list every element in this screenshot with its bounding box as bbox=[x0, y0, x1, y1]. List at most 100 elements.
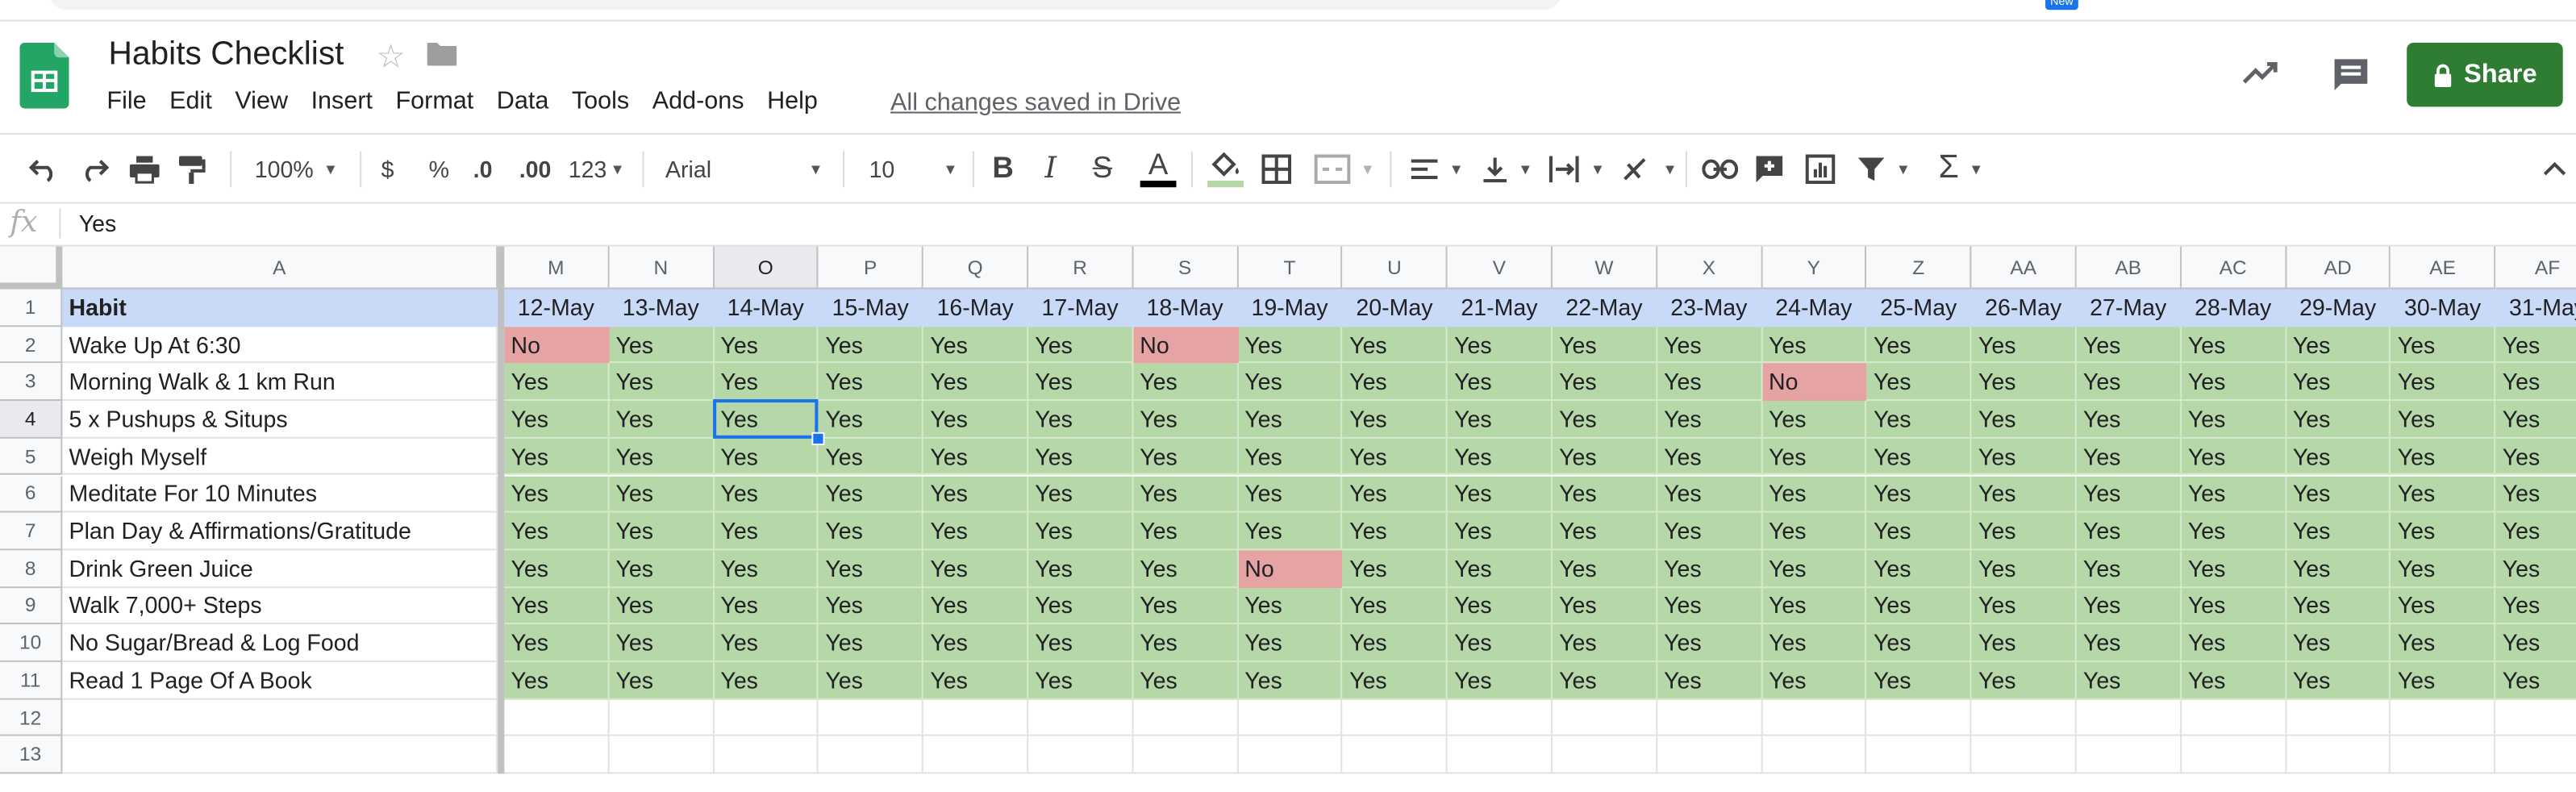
column-header[interactable]: P bbox=[819, 246, 924, 290]
habit-value-cell[interactable]: Yes bbox=[2181, 661, 2286, 700]
habit-value-cell[interactable]: Yes bbox=[714, 587, 819, 625]
column-header-a[interactable]: A bbox=[62, 246, 498, 290]
habit-value-cell[interactable]: Yes bbox=[1971, 550, 2077, 588]
column-header[interactable]: AC bbox=[2181, 246, 2286, 290]
habit-value-cell[interactable]: No bbox=[1238, 550, 1344, 588]
menu-insert[interactable]: Insert bbox=[299, 87, 384, 115]
column-header[interactable]: N bbox=[609, 246, 715, 290]
date-header-cell[interactable]: 24-May bbox=[1761, 289, 1867, 327]
empty-cell[interactable] bbox=[609, 699, 715, 737]
habit-value-cell[interactable]: Yes bbox=[1971, 587, 2077, 625]
row-header[interactable]: 9 bbox=[0, 587, 63, 625]
empty-cell[interactable] bbox=[1238, 736, 1344, 774]
paint-format-icon[interactable] bbox=[177, 135, 207, 202]
habit-value-cell[interactable]: Yes bbox=[1866, 550, 1972, 588]
habit-name-cell[interactable]: No Sugar/Bread & Log Food bbox=[62, 624, 498, 662]
habit-value-cell[interactable]: Yes bbox=[2286, 624, 2391, 662]
habit-value-cell[interactable]: Yes bbox=[1761, 661, 1867, 700]
row-header[interactable]: 8 bbox=[0, 550, 63, 588]
row-header[interactable]: 4 bbox=[0, 401, 63, 439]
address-bar[interactable] bbox=[49, 0, 1561, 10]
habit-value-cell[interactable]: Yes bbox=[1343, 587, 1448, 625]
sheets-logo-icon[interactable] bbox=[19, 42, 69, 109]
row-header[interactable]: 13 bbox=[0, 736, 63, 774]
habit-value-cell[interactable]: Yes bbox=[1447, 401, 1553, 439]
date-header-cell[interactable]: 25-May bbox=[1866, 289, 1972, 327]
date-header-cell[interactable]: 26-May bbox=[1971, 289, 2077, 327]
column-header[interactable]: AE bbox=[2391, 246, 2496, 290]
habit-value-cell[interactable]: Yes bbox=[1238, 326, 1344, 364]
habit-value-cell[interactable]: Yes bbox=[504, 363, 610, 402]
date-header-cell[interactable]: 27-May bbox=[2076, 289, 2182, 327]
habit-value-cell[interactable]: Yes bbox=[1761, 624, 1867, 662]
column-header[interactable]: W bbox=[1552, 246, 1657, 290]
star-icon[interactable]: ☆ bbox=[376, 36, 406, 77]
habit-value-cell[interactable]: Yes bbox=[2391, 587, 2496, 625]
habit-value-cell[interactable]: Yes bbox=[2181, 550, 2286, 588]
column-header[interactable]: T bbox=[1238, 246, 1344, 290]
habit-value-cell[interactable]: Yes bbox=[714, 624, 819, 662]
habit-value-cell[interactable]: Yes bbox=[1657, 326, 1762, 364]
habit-value-cell[interactable]: Yes bbox=[609, 661, 715, 700]
habit-value-cell[interactable]: Yes bbox=[1971, 475, 2077, 513]
habit-value-cell[interactable]: Yes bbox=[1866, 401, 1972, 439]
empty-cell[interactable] bbox=[1343, 736, 1448, 774]
habit-value-cell[interactable]: Yes bbox=[1866, 512, 1972, 551]
empty-cell[interactable] bbox=[62, 699, 498, 737]
habit-value-cell[interactable]: Yes bbox=[609, 363, 715, 402]
vertical-align-icon[interactable]: ▼ bbox=[1482, 135, 1532, 202]
empty-cell[interactable] bbox=[1552, 736, 1657, 774]
habit-value-cell[interactable]: Yes bbox=[1761, 587, 1867, 625]
empty-cell[interactable] bbox=[1866, 736, 1972, 774]
habit-name-cell[interactable]: Drink Green Juice bbox=[62, 550, 498, 588]
fill-handle[interactable] bbox=[812, 431, 826, 445]
currency-format-button[interactable]: $ bbox=[381, 135, 394, 202]
habit-value-cell[interactable]: Yes bbox=[1761, 326, 1867, 364]
habit-value-cell[interactable]: Yes bbox=[2495, 326, 2576, 364]
habit-value-cell[interactable]: Yes bbox=[2181, 587, 2286, 625]
habit-value-cell[interactable]: Yes bbox=[819, 438, 924, 476]
habit-value-cell[interactable]: Yes bbox=[1238, 401, 1344, 439]
habit-value-cell[interactable]: Yes bbox=[1866, 624, 1972, 662]
habit-value-cell[interactable]: Yes bbox=[2495, 401, 2576, 439]
habit-value-cell[interactable]: Yes bbox=[1971, 438, 2077, 476]
row-header[interactable]: 11 bbox=[0, 661, 63, 700]
habit-value-cell[interactable]: Yes bbox=[609, 512, 715, 551]
habit-value-cell[interactable]: Yes bbox=[504, 550, 610, 588]
empty-cell[interactable] bbox=[1238, 699, 1344, 737]
menu-tools[interactable]: Tools bbox=[561, 87, 641, 115]
habit-value-cell[interactable]: Yes bbox=[2286, 550, 2391, 588]
habit-value-cell[interactable]: Yes bbox=[1447, 512, 1553, 551]
habit-value-cell[interactable]: Yes bbox=[2076, 326, 2182, 364]
habit-value-cell[interactable]: Yes bbox=[2495, 550, 2576, 588]
column-header[interactable]: M bbox=[504, 246, 610, 290]
habit-value-cell[interactable]: Yes bbox=[1238, 512, 1344, 551]
habit-value-cell[interactable]: Yes bbox=[1447, 550, 1553, 588]
column-header[interactable]: V bbox=[1447, 246, 1553, 290]
habit-value-cell[interactable]: Yes bbox=[1552, 438, 1657, 476]
habit-name-cell[interactable]: Meditate For 10 Minutes bbox=[62, 475, 498, 513]
habit-value-cell[interactable]: Yes bbox=[923, 587, 1029, 625]
empty-cell[interactable] bbox=[2076, 699, 2182, 737]
habit-value-cell[interactable]: Yes bbox=[1238, 587, 1344, 625]
habit-value-cell[interactable]: Yes bbox=[1343, 661, 1448, 700]
habit-value-cell[interactable]: Yes bbox=[923, 326, 1029, 364]
habit-value-cell[interactable]: Yes bbox=[1133, 550, 1239, 588]
habit-value-cell[interactable]: Yes bbox=[923, 624, 1029, 662]
habit-value-cell[interactable]: Yes bbox=[2181, 475, 2286, 513]
header-cell-habit[interactable]: Habit bbox=[62, 289, 498, 327]
habit-value-cell[interactable]: Yes bbox=[714, 550, 819, 588]
empty-cell[interactable] bbox=[1133, 699, 1239, 737]
empty-cell[interactable] bbox=[609, 736, 715, 774]
empty-cell[interactable] bbox=[1447, 699, 1553, 737]
habit-value-cell[interactable]: Yes bbox=[2076, 624, 2182, 662]
habit-value-cell[interactable]: Yes bbox=[1028, 512, 1134, 551]
habit-value-cell[interactable]: Yes bbox=[1866, 475, 1972, 513]
percent-format-button[interactable]: % bbox=[429, 135, 449, 202]
habit-value-cell[interactable]: Yes bbox=[1133, 661, 1239, 700]
column-header[interactable]: O bbox=[714, 246, 819, 290]
habit-value-cell[interactable]: Yes bbox=[1028, 475, 1134, 513]
print-icon[interactable] bbox=[128, 135, 161, 202]
habit-value-cell[interactable]: Yes bbox=[1133, 438, 1239, 476]
increase-decimal-button[interactable]: .00 bbox=[519, 135, 552, 202]
